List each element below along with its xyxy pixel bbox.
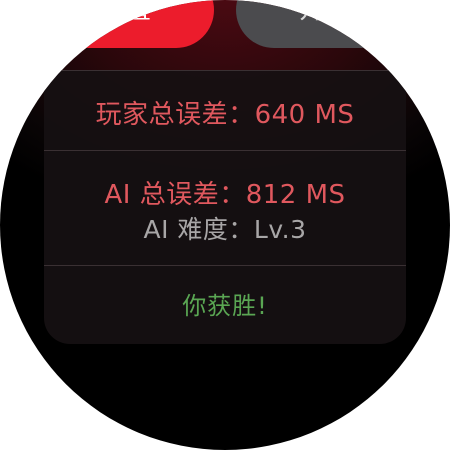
start-button[interactable]: 开始	[236, 0, 414, 48]
win-message: 你获胜!	[182, 292, 268, 320]
ai-difficulty-level: AI 难度：Lv.3	[143, 215, 307, 244]
watch-screen: 重置 开始 玩家总误差：640 MS AI 总误差：812 MS AI 难度：L…	[0, 0, 450, 450]
result-panel: 玩家总误差：640 MS AI 总误差：812 MS AI 难度：Lv.3 你获…	[44, 70, 406, 344]
reset-button-label: 重置	[98, 0, 151, 25]
reset-button[interactable]: 重置	[36, 0, 214, 48]
divider	[44, 265, 406, 266]
divider	[44, 150, 406, 151]
player-total-error: 玩家总误差：640 MS	[95, 100, 355, 130]
start-button-label: 开始	[298, 0, 351, 25]
ai-total-error: AI 总误差：812 MS	[104, 180, 346, 210]
divider	[44, 70, 406, 71]
